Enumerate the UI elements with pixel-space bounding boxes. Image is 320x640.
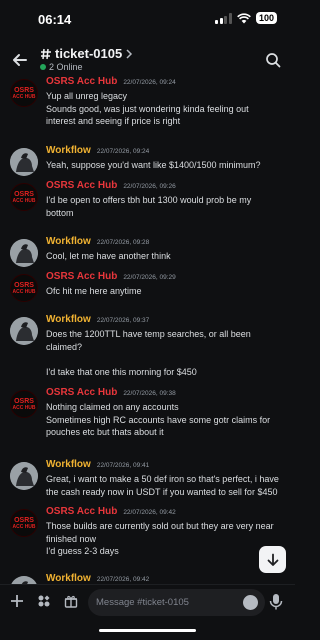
message-header: OSRS Acc Hub 22/07/2026, 09:38 (46, 387, 176, 398)
plus-icon[interactable] (9, 593, 25, 609)
channel-name: ticket-0105 (55, 46, 123, 61)
avatar-logo-text: OSRS (14, 86, 34, 94)
message-text-line: Does the 1200TTL have temp searches, or … (46, 329, 251, 339)
author-name[interactable]: Workflow (46, 573, 91, 584)
message-timestamp: 22/07/2026, 09:29 (123, 274, 176, 281)
message-text-line: bottom (46, 207, 74, 218)
message-text-line: Great, i want to make a 50 def iron so t… (46, 474, 279, 484)
author-name[interactable]: OSRS Acc Hub (46, 76, 117, 87)
online-status: 2 Online (40, 62, 83, 72)
message-text-line: finished now (46, 533, 97, 544)
arrow-down-icon (267, 553, 278, 566)
avatar-osrs-acc-hub[interactable]: OSRS ACC HUB (10, 79, 38, 107)
author-name[interactable]: Workflow (46, 314, 91, 325)
online-dot-icon (40, 64, 46, 70)
search-icon[interactable] (265, 52, 281, 68)
message-text-line: Nothing claimed on any accounts (46, 402, 179, 412)
avatar-workflow[interactable] (10, 239, 38, 267)
author-name[interactable]: OSRS Acc Hub (46, 271, 117, 282)
avatar-workflow[interactable] (10, 462, 38, 490)
status-time: 06:14 (38, 12, 72, 27)
avatar-osrs-acc-hub[interactable]: OSRS ACC HUB (10, 509, 38, 537)
message-text-line: I'd guess 2-3 days (46, 546, 119, 556)
status-bar: 06:14 100 (0, 0, 295, 40)
message-text-line: Sounds good, was just wondering kinda fe… (46, 103, 249, 114)
message-timestamp: 22/07/2026, 09:41 (96, 462, 150, 469)
battery-indicator: 100 (255, 12, 277, 24)
message-timestamp: 22/07/2026, 09:28 (96, 239, 150, 246)
message-text-line: Sometimes high RC accounts have some got… (46, 414, 271, 425)
channel-title[interactable]: ticket-0105 (40, 46, 133, 61)
avatar-logo-text: OSRS (14, 516, 34, 524)
message-header: Workflow 22/07/2026, 09:41 (46, 459, 149, 470)
chevron-right-icon (126, 48, 133, 59)
avatar-osrs-acc-hub[interactable]: OSRS ACC HUB (10, 183, 38, 211)
message-header: Workflow 22/07/2026, 09:28 (46, 236, 149, 247)
channel-header: ticket-0105 2 Online (0, 40, 295, 80)
apps-icon[interactable] (36, 593, 52, 609)
author-name[interactable]: OSRS Acc Hub (46, 387, 117, 398)
author-name[interactable]: Workflow (46, 145, 91, 156)
status-icons: 100 (215, 12, 277, 24)
message-timestamp: 22/07/2026, 09:38 (123, 390, 176, 397)
avatar-logo-text: OSRS (14, 281, 34, 289)
message-header: OSRS Acc Hub 22/07/2026, 09:42 (46, 506, 176, 517)
message-timestamp: 22/07/2026, 09:26 (123, 183, 176, 190)
microphone-icon[interactable] (269, 593, 283, 611)
avatar-logo-subtext: ACC HUB (12, 93, 36, 100)
author-name[interactable]: OSRS Acc Hub (46, 506, 117, 517)
message-header: OSRS Acc Hub 22/07/2026, 09:26 (46, 180, 176, 191)
avatar-logo-subtext: ACC HUB (12, 404, 36, 411)
signal-icon (215, 12, 232, 24)
avatar-osrs-acc-hub[interactable]: OSRS ACC HUB (10, 390, 38, 418)
message-text-line: the cash ready now in USDT if you wanted… (46, 486, 278, 497)
thread-hash-icon (41, 48, 51, 59)
message-text-line: Those builds are currently sold out but … (46, 521, 274, 531)
message-text-line: I'd be open to offers tbh but 1300 would… (46, 195, 252, 205)
author-name[interactable]: Workflow (46, 236, 91, 247)
message-timestamp: 22/07/2026, 09:37 (96, 317, 150, 324)
avatar-logo-text: OSRS (14, 190, 34, 198)
avatar-workflow[interactable] (10, 148, 38, 176)
message-text-line: pouches etc but thats about it (46, 427, 164, 437)
emoji-icon[interactable] (243, 595, 258, 610)
avatar-logo-subtext: ACC HUB (12, 197, 36, 204)
message-text-line: interest and seeing if price is right (46, 116, 181, 126)
message-timestamp: 22/07/2026, 09:42 (123, 509, 176, 516)
message-text-line: I'd take that one this morning for $450 (46, 366, 197, 377)
message-timestamp: 22/07/2026, 09:42 (96, 576, 150, 583)
online-count: 2 Online (49, 62, 83, 72)
message-text-line: claimed? (46, 341, 83, 352)
message-timestamp: 22/07/2026, 09:24 (123, 79, 176, 86)
wifi-icon (237, 12, 251, 23)
author-name[interactable]: Workflow (46, 459, 91, 470)
jump-to-latest-button[interactable] (259, 546, 286, 573)
avatar-workflow[interactable] (10, 317, 38, 345)
home-indicator (99, 629, 196, 632)
avatar-workflow[interactable] (10, 576, 38, 584)
message-header: OSRS Acc Hub 22/07/2026, 09:29 (46, 271, 176, 282)
message-text-line: Ofc hit me here anytime (46, 286, 142, 296)
arrow-left-icon[interactable] (10, 50, 30, 70)
message-text-line: Yup all unreg legacy (46, 91, 128, 101)
message-header: Workflow 22/07/2026, 09:24 (46, 145, 149, 156)
avatar-logo-subtext: ACC HUB (12, 288, 36, 295)
message-input[interactable] (96, 589, 236, 616)
message-text-line: Cool, let me have another think (46, 251, 171, 261)
message-feed[interactable]: OSRS ACC HUB OSRS Acc Hub 22/07/2026, 09:24… (0, 76, 295, 584)
gift-icon[interactable] (63, 593, 79, 609)
message-timestamp: 22/07/2026, 09:24 (96, 148, 150, 155)
message-header: Workflow 22/07/2026, 09:42 (46, 573, 149, 584)
message-header: Workflow 22/07/2026, 09:37 (46, 314, 149, 325)
message-text-line: Yeah, suppose you'd want like $1400/1500… (46, 160, 261, 170)
message-header: OSRS Acc Hub 22/07/2026, 09:24 (46, 76, 176, 87)
message-input-wrapper (88, 589, 265, 616)
avatar-logo-text: OSRS (14, 397, 34, 405)
author-name[interactable]: OSRS Acc Hub (46, 180, 117, 191)
avatar-logo-subtext: ACC HUB (12, 523, 36, 530)
avatar-osrs-acc-hub[interactable]: OSRS ACC HUB (10, 274, 38, 302)
